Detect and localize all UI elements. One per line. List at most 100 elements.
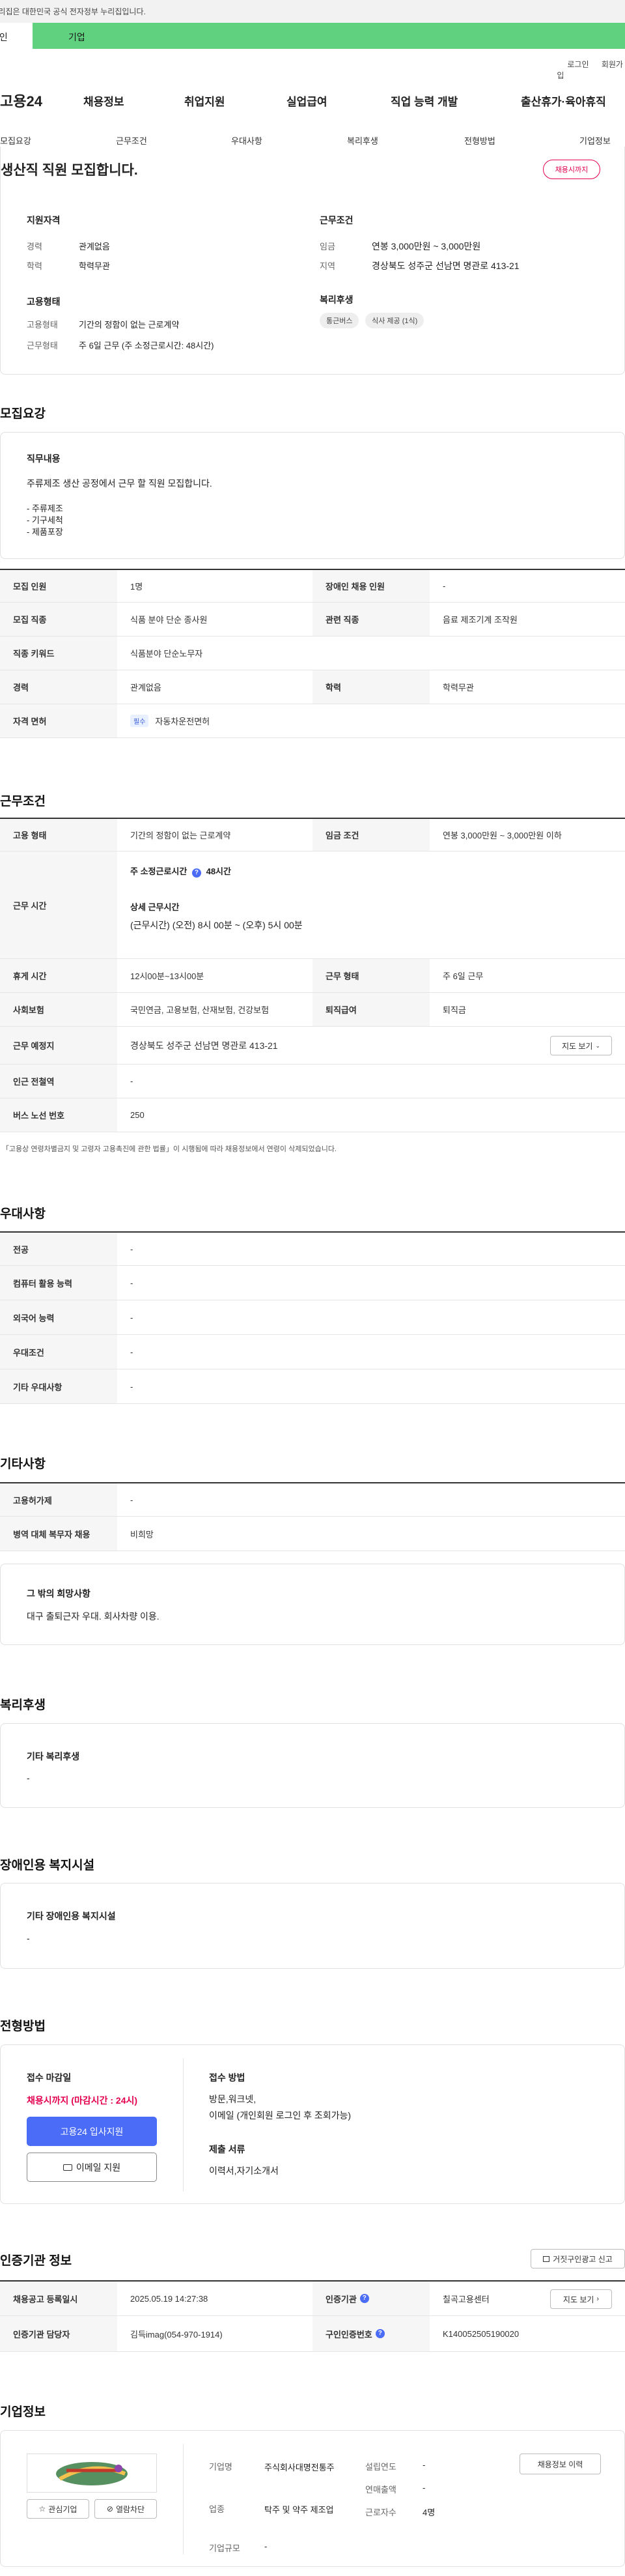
- mail-icon: [62, 2164, 72, 2171]
- table-row: 근무 시간 주 소정근로시간 ? 48시간 상세 근무시간 (근무시간) (오전…: [0, 852, 625, 959]
- code-label: 구인인증번호: [326, 2329, 372, 2340]
- edu-row-value: 학력무관: [443, 683, 474, 693]
- info-icon[interactable]: ?: [375, 2329, 385, 2338]
- language-value: -: [130, 1312, 133, 1323]
- sales-label: 연매출액: [365, 2485, 396, 2495]
- work-form-value: 주 6일 근무 (주 소정근로시간: 48시간): [79, 341, 214, 351]
- apply-button[interactable]: 고용24 입사지원: [27, 2117, 157, 2146]
- login-link[interactable]: 로그인: [567, 60, 589, 69]
- duty-list: - 주류제조 - 기구세척 - 제품포장: [27, 503, 63, 538]
- fav-company-button[interactable]: ☆ 관심기업: [27, 2499, 89, 2519]
- company-logo: [27, 2454, 157, 2493]
- work-heading: 근무조건: [0, 795, 46, 809]
- company-name-value: 주식회사대명전통주: [264, 2463, 335, 2472]
- table-row: 우대조건 -: [0, 1335, 625, 1369]
- bus-value: 250: [130, 1110, 145, 1120]
- company-size-label: 기업규모: [209, 2543, 240, 2553]
- info-icon[interactable]: ?: [191, 868, 201, 878]
- block-view-button[interactable]: ⊘ 열람차단: [94, 2499, 157, 2519]
- report-button-label: 거짓구인광고 신고: [553, 2254, 613, 2264]
- tab-welfare[interactable]: 복리후생: [347, 134, 378, 147]
- home-icon: [543, 2255, 550, 2262]
- industry-value: 탁주 및 약주 제조업: [264, 2505, 334, 2515]
- map-button[interactable]: 지도 보기 ⌄: [550, 1036, 612, 1055]
- keyword-value: 식품분야 단순노무자: [130, 649, 203, 659]
- language-label: 외국어 능력: [0, 1300, 117, 1334]
- nav-recruit[interactable]: 채용정보: [83, 93, 124, 109]
- chevron-right-icon: ›: [596, 2295, 600, 2303]
- year-label: 설립연도: [365, 2462, 396, 2472]
- work-form-label: 근무형태: [27, 341, 58, 351]
- edu-label: 학력: [27, 261, 42, 271]
- history-button[interactable]: 채용정보 이력: [520, 2454, 601, 2474]
- email-apply-button[interactable]: 이메일 지원: [27, 2153, 157, 2182]
- tab-business[interactable]: 기업: [68, 31, 85, 44]
- map-button-label: 지도 보기: [561, 1041, 593, 1051]
- career-label: 경력: [27, 242, 42, 251]
- divider: [183, 2058, 184, 2192]
- etc-heading: 기타사항: [0, 1457, 46, 1471]
- duty-text: 주류제조 생산 공정에서 근무 할 직원 모집합니다.: [27, 478, 212, 489]
- table-row: 병역 대체 복무자 채용 비희망: [0, 1517, 625, 1551]
- headcount-value: 1명: [130, 582, 143, 592]
- table-row: 기타 우대사항 -: [0, 1369, 625, 1404]
- report-button[interactable]: 거짓구인광고 신고: [531, 2249, 625, 2268]
- detail-label: 상세 근무시간: [130, 902, 180, 912]
- subway-value: -: [130, 1076, 133, 1086]
- tab-recruit[interactable]: 모집요강: [0, 134, 31, 147]
- bus-label: 버스 노선 번호: [0, 1098, 117, 1132]
- site-logo[interactable]: 고용24: [0, 90, 42, 111]
- tab-individual[interactable]: 개인: [0, 23, 33, 49]
- tab-company[interactable]: 기업정보: [579, 134, 611, 147]
- manager-label: 인증기관 담당자: [0, 2316, 117, 2351]
- duty-box: 직무내용 주류제조 생산 공정에서 근무 할 직원 모집합니다. - 주류제조 …: [0, 432, 625, 559]
- emp-type-row-label: 고용 형태: [0, 819, 117, 851]
- nav-job-training[interactable]: 직업 능력 개발: [391, 93, 458, 109]
- welfare-heading: 복리후생: [0, 1698, 46, 1712]
- region-label: 지역: [320, 261, 335, 271]
- info-icon[interactable]: ?: [359, 2294, 369, 2303]
- agency-map-label: 지도 보기: [562, 2295, 594, 2304]
- tab-selection[interactable]: 전형방법: [464, 134, 495, 147]
- permit-label: 고용허가제: [0, 1483, 117, 1516]
- email-apply-label: 이메일 지원: [76, 2162, 121, 2173]
- nav-unemployment-benefit[interactable]: 실업급여: [286, 93, 327, 109]
- form-value: 주 6일 근무: [443, 971, 484, 981]
- wage-row-value: 연봉 3,000만원 ~ 3,000만원 이하: [443, 831, 562, 840]
- company-size-value: -: [264, 2541, 268, 2551]
- emp-type-value: 기간의 정함이 없는 근로계약: [79, 320, 180, 330]
- deadline-value: 채용시까지 (마감시간 : 24시): [27, 2095, 138, 2106]
- qual-title: 지원자격: [27, 215, 61, 225]
- pref-cond-label: 우대조건: [0, 1335, 117, 1369]
- military-value: 비희망: [130, 1529, 154, 1539]
- table-row: 버스 노선 번호 250: [0, 1098, 625, 1132]
- insurance-label: 사회보험: [0, 993, 117, 1026]
- region-value: 경상북도 성주군 선남면 명관로 413-21: [372, 261, 520, 271]
- manager-value: 김득imag(054-970-1914): [130, 2329, 223, 2340]
- weekly-hours: 주 소정근로시간 ? 48시간: [130, 865, 231, 878]
- reg-date-label: 채용공고 등록일시: [0, 2282, 117, 2315]
- nav-employment-support[interactable]: 취업지원: [184, 93, 225, 109]
- subway-label: 인근 전철역: [0, 1065, 117, 1098]
- edu-value: 학력무관: [79, 261, 110, 271]
- rest-label: 휴게 시간: [0, 959, 117, 992]
- emp-title: 고용형태: [27, 296, 61, 307]
- fav-company-label: 관심기업: [48, 2504, 77, 2514]
- table-row: 직종 키워드 식품분야 단순노무자: [0, 637, 625, 670]
- agency-map-button[interactable]: 지도 보기 ›: [550, 2289, 612, 2309]
- year-value: -: [423, 2460, 426, 2470]
- tab-preference[interactable]: 우대사항: [231, 134, 262, 147]
- tab-work[interactable]: 근무조건: [116, 134, 147, 147]
- job-title: 생산직 직원 모집합니다.: [1, 163, 138, 178]
- welfare-box-text: -: [27, 1773, 30, 1783]
- employees-label: 근로자수: [365, 2508, 396, 2517]
- sales-value: -: [423, 2483, 426, 2493]
- nav-parental-leave[interactable]: 출산휴가·육아휴직: [521, 93, 606, 109]
- permit-value: -: [130, 1495, 133, 1505]
- career-row-label: 경력: [0, 670, 117, 704]
- apply-heading: 전형방법: [0, 2020, 46, 2033]
- emp-type-label: 고용형태: [27, 320, 58, 330]
- company-box: ☆ 관심기업 ⊘ 열람차단 기업명 주식회사대명전통주 업종 탁주 및 약주 제…: [0, 2430, 625, 2567]
- apply-box: 접수 마감일 채용시까지 (마감시간 : 24시) 고용24 입사지원 이메일 …: [0, 2044, 625, 2204]
- rest-value: 12시00분~13시00분: [130, 971, 204, 981]
